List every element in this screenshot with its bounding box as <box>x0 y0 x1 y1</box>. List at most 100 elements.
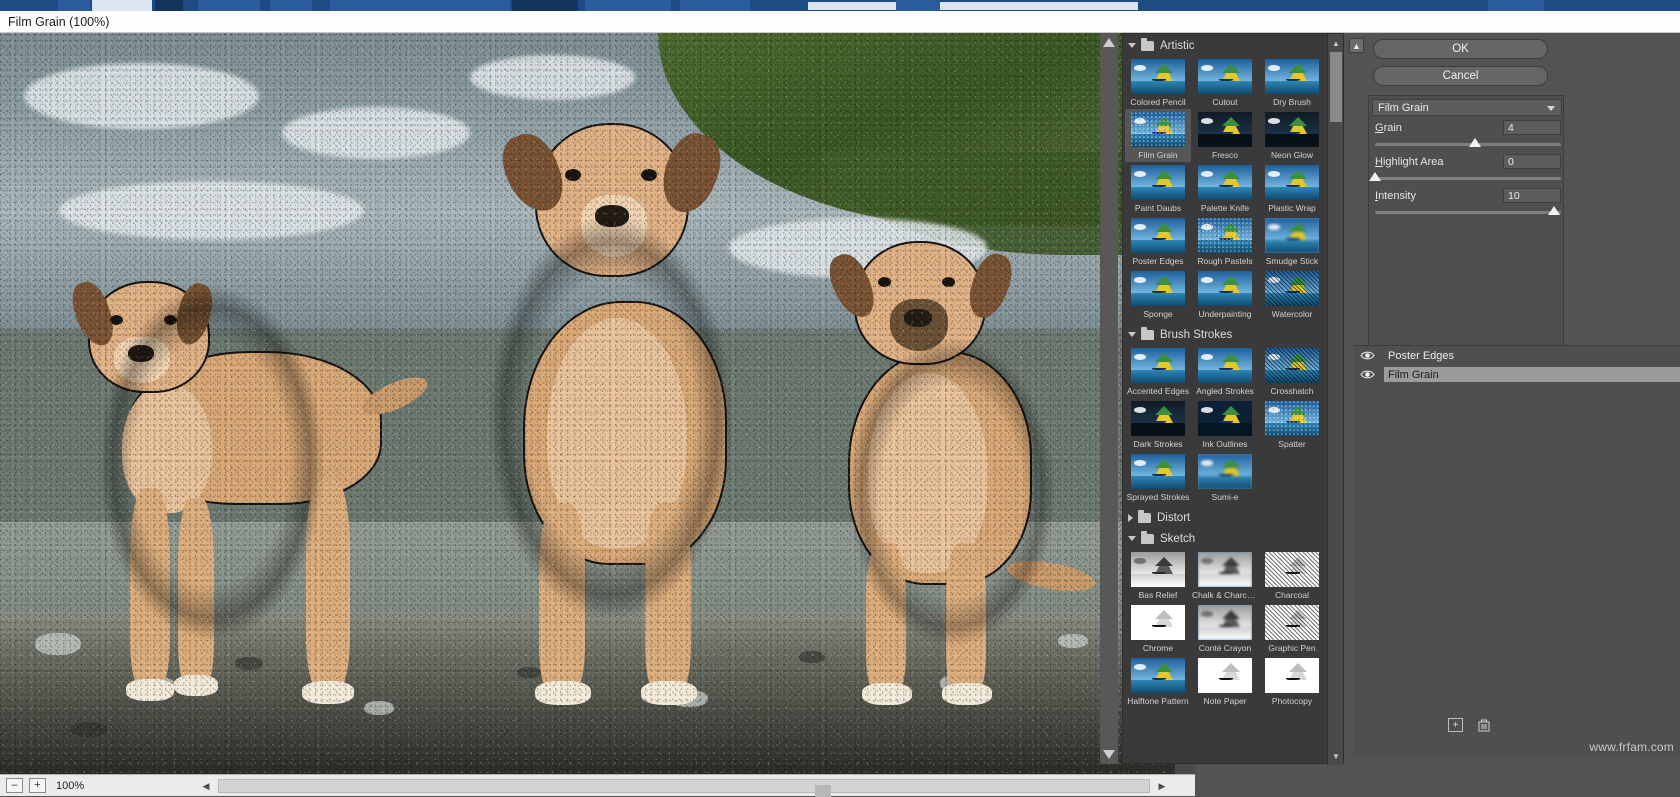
filter-item-poster-edges[interactable]: Poster Edges <box>1125 215 1191 268</box>
filter-item-charcoal[interactable]: Charcoal <box>1259 549 1325 602</box>
filter-label: Rough Pastels <box>1197 256 1253 266</box>
filter-select-dropdown[interactable]: Film Grain <box>1372 99 1562 116</box>
ok-button[interactable]: OK <box>1373 39 1548 59</box>
filter-item-note-paper[interactable]: Note Paper <box>1192 655 1258 708</box>
slider-value-grain[interactable]: 4 <box>1503 120 1561 135</box>
filter-item-halftone-pattern[interactable]: Halftone Pattern <box>1125 655 1191 708</box>
scroll-left-icon[interactable]: ◀ <box>196 776 216 796</box>
new-effect-layer-icon[interactable]: + <box>1448 718 1463 732</box>
filter-thumbnail <box>1198 454 1252 489</box>
filter-label: Fresco <box>1212 150 1238 160</box>
preview-vertical-scrollbar[interactable] <box>1100 33 1118 764</box>
scrollbar-thumb[interactable] <box>815 785 831 797</box>
zoom-level-value[interactable]: 100% <box>56 780 102 792</box>
dog-eye <box>565 169 581 181</box>
filter-item-cutout[interactable]: Cutout <box>1192 56 1258 109</box>
dog-tail <box>1004 555 1098 597</box>
filter-item-film-grain[interactable]: Film Grain <box>1125 109 1191 162</box>
filter-item-accented-edges[interactable]: Accented Edges <box>1125 345 1191 398</box>
filter-item-watercolor[interactable]: Watercolor <box>1259 268 1325 321</box>
filter-category-label: Artistic <box>1160 39 1195 52</box>
filter-category-artistic[interactable]: Artistic <box>1123 36 1328 55</box>
scroll-right-icon[interactable]: ▶ <box>1152 776 1172 796</box>
filter-item-sprayed-strokes[interactable]: Sprayed Strokes <box>1125 451 1191 504</box>
dog-paw <box>535 681 591 705</box>
scroll-down-icon[interactable] <box>1103 750 1115 759</box>
filter-item-plastic-wrap[interactable]: Plastic Wrap <box>1259 162 1325 215</box>
dog-leg <box>539 503 585 693</box>
slider-track-highlight-area[interactable] <box>1375 177 1561 180</box>
preview-horizontal-scrollbar[interactable] <box>218 779 1150 797</box>
filter-item-crosshatch[interactable]: Crosshatch <box>1259 345 1325 398</box>
filter-item-chrome[interactable]: Chrome <box>1125 602 1191 655</box>
cloud <box>23 62 259 130</box>
filter-category-brush-strokes[interactable]: Brush Strokes <box>1123 325 1328 344</box>
strip-chunk <box>155 0 183 11</box>
triangle-down-icon[interactable] <box>1128 43 1136 48</box>
filter-thumbnail <box>1131 218 1185 253</box>
filter-label: Chalk & Charcoal <box>1192 590 1258 600</box>
filter-item-spatter[interactable]: Spatter <box>1259 398 1325 451</box>
cancel-button[interactable]: Cancel <box>1373 66 1548 86</box>
strip-chunk <box>896 0 940 11</box>
slider-track-intensity[interactable] <box>1375 211 1561 214</box>
filter-item-chalk-charcoal[interactable]: Chalk & Charcoal <box>1192 549 1258 602</box>
page-title: Film Grain (100%) <box>8 15 110 29</box>
eye-visibility-icon[interactable] <box>1360 369 1375 380</box>
effects-list: Poster Edges Film Grain <box>1354 346 1680 384</box>
effect-row[interactable]: Poster Edges <box>1354 346 1680 365</box>
slider-value-highlight-area[interactable]: 0 <box>1503 154 1561 169</box>
filter-item-dark-strokes[interactable]: Dark Strokes <box>1125 398 1191 451</box>
filter-item-ink-outlines[interactable]: Ink Outlines <box>1192 398 1258 451</box>
triangle-down-icon[interactable] <box>1128 536 1136 541</box>
filter-item-angled-strokes[interactable]: Angled Strokes <box>1192 345 1258 398</box>
filter-item-paint-daubs[interactable]: Paint Daubs <box>1125 162 1191 215</box>
filter-category-sketch[interactable]: Sketch <box>1123 529 1328 548</box>
scrollbar-thumb[interactable] <box>1330 52 1342 122</box>
scroll-up-icon[interactable]: ▲ <box>1328 36 1344 50</box>
filter-label: Dark Strokes <box>1133 439 1183 449</box>
filter-label: Poster Edges <box>1132 256 1184 266</box>
filter-label: Ink Outlines <box>1202 439 1248 449</box>
preview-canvas[interactable] <box>0 33 1175 774</box>
trash-icon[interactable] <box>1476 718 1491 732</box>
effect-row[interactable]: Film Grain <box>1354 365 1680 384</box>
filter-thumbnail <box>1198 552 1252 587</box>
filter-item-sumi-e[interactable]: Sumi-e <box>1192 451 1258 504</box>
strip-chunk <box>198 0 260 11</box>
filter-thumbnail <box>1198 401 1252 436</box>
filter-thumbnail <box>1131 454 1185 489</box>
filter-item-photocopy[interactable]: Photocopy <box>1259 655 1325 708</box>
dog-paw <box>942 683 992 705</box>
zoom-out-button[interactable]: – <box>6 778 23 793</box>
filter-category-distort[interactable]: Distort <box>1123 508 1328 527</box>
filter-item-colored-pencil[interactable]: Colored Pencil <box>1125 56 1191 109</box>
filter-item-dry-brush[interactable]: Dry Brush <box>1259 56 1325 109</box>
filter-item-fresco[interactable]: Fresco <box>1192 109 1258 162</box>
filter-item-neon-glow[interactable]: Neon Glow <box>1259 109 1325 162</box>
slider-knob-grain[interactable] <box>1469 138 1482 147</box>
slider-track-grain[interactable] <box>1375 143 1561 146</box>
scroll-up-icon[interactable] <box>1103 38 1115 47</box>
slider-knob-highlight-area[interactable] <box>1369 172 1381 181</box>
slider-label-mnemonic: H <box>1375 156 1383 168</box>
filter-item-rough-pastels[interactable]: Rough Pastels <box>1192 215 1258 268</box>
filter-item-sponge[interactable]: Sponge <box>1125 268 1191 321</box>
filter-item-smudge-stick[interactable]: Smudge Stick <box>1259 215 1325 268</box>
filter-grid: Colored Pencil Cutout Dry Brush Film Grain F… <box>1123 55 1328 323</box>
filter-item-cont-crayon[interactable]: Conté Crayon <box>1192 602 1258 655</box>
scroll-down-icon[interactable]: ▼ <box>1328 749 1344 763</box>
filter-item-bas-relief[interactable]: Bas Relief <box>1125 549 1191 602</box>
zoom-in-button[interactable]: + <box>29 778 46 793</box>
slider-knob-intensity[interactable] <box>1547 206 1560 215</box>
filter-browser-scrollbar[interactable]: ▲ ▼ <box>1327 34 1343 765</box>
filter-item-palette-knife[interactable]: Palette Knife <box>1192 162 1258 215</box>
filter-item-underpainting[interactable]: Underpainting <box>1192 268 1258 321</box>
triangle-right-icon[interactable] <box>1128 513 1133 522</box>
eye-visibility-icon[interactable] <box>1360 350 1375 361</box>
triangle-down-icon[interactable] <box>1128 332 1136 337</box>
slider-value-intensity[interactable]: 10 <box>1503 188 1561 203</box>
filter-item-graphic-pen[interactable]: Graphic Pen <box>1259 602 1325 655</box>
dog-nose <box>904 309 932 327</box>
collapse-panel-icon[interactable]: ▲ <box>1349 38 1364 53</box>
